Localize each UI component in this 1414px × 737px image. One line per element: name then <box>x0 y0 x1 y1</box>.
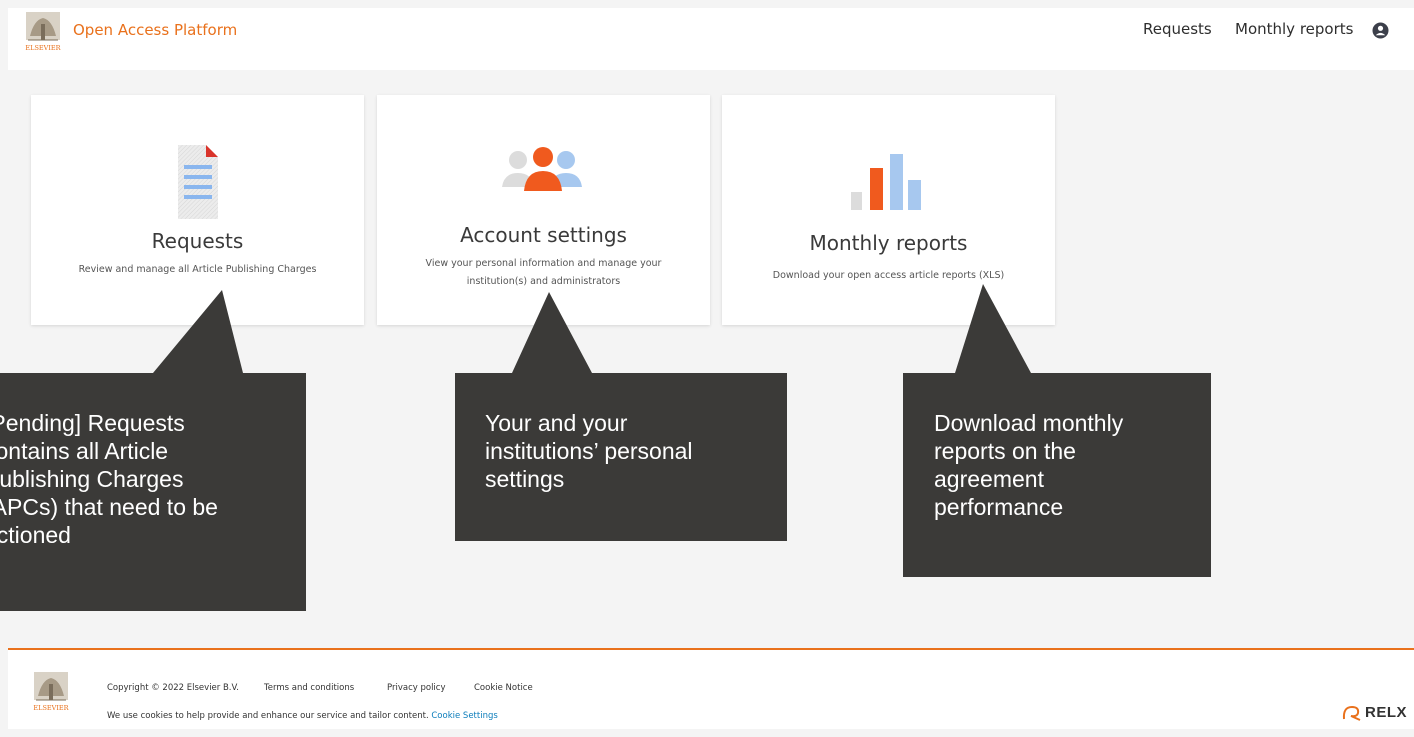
nav-monthly-reports[interactable]: Monthly reports <box>1235 20 1353 38</box>
requests-card-title: Requests <box>151 229 244 253</box>
nav-requests[interactable]: Requests <box>1143 20 1212 38</box>
document-icon <box>177 145 218 219</box>
cookie-settings-link[interactable]: Cookie Settings <box>431 711 497 721</box>
monthly-reports-card[interactable]: Monthly reports Download your open acces… <box>722 95 1055 325</box>
footer-cookies-text: We use cookies to help provide and enhan… <box>107 711 498 721</box>
account-settings-card-title: Account settings <box>460 223 627 247</box>
callout-account-text: Your and your institutions’ personal set… <box>485 410 693 492</box>
account-settings-card-description: View your personal information and manag… <box>425 258 662 287</box>
footer-privacy-link[interactable]: Privacy policy <box>387 683 446 693</box>
bar-chart-icon <box>850 154 921 210</box>
footer-cookie-notice-link[interactable]: Cookie Notice <box>474 683 533 693</box>
account-settings-card[interactable]: Account settings View your personal info… <box>377 95 710 325</box>
app-title[interactable]: Open Access Platform <box>73 21 237 39</box>
requests-card-description: Review and manage all Article Publishing… <box>78 264 317 275</box>
users-icon <box>501 147 582 191</box>
svg-text:ELSEVIER: ELSEVIER <box>25 44 61 52</box>
relx-mark-icon <box>1342 705 1361 721</box>
cookies-statement: We use cookies to help provide and enhan… <box>107 711 432 721</box>
elsevier-logo-icon[interactable]: ELSEVIER <box>24 10 62 52</box>
requests-card[interactable]: Requests Review and manage all Article P… <box>31 95 364 325</box>
relx-text: RELX <box>1365 704 1408 721</box>
monthly-reports-card-title: Monthly reports <box>809 231 968 255</box>
top-header <box>8 8 1414 70</box>
relx-logo[interactable]: RELX <box>1342 704 1407 721</box>
footer-copyright: Copyright © 2022 Elsevier B.V. <box>107 683 239 693</box>
monthly-reports-card-description: Download your open access article report… <box>772 270 1005 281</box>
footer-elsevier-logo-icon[interactable]: ELSEVIER <box>32 670 70 712</box>
callout-requests-text: [Pending] Requests contains all Article … <box>0 410 218 548</box>
user-account-icon[interactable] <box>1372 22 1389 39</box>
callout-reports-text: Download monthly reports on the agreemen… <box>934 410 1124 520</box>
footer-terms-link[interactable]: Terms and conditions <box>264 683 354 693</box>
svg-text:ELSEVIER: ELSEVIER <box>33 704 69 712</box>
